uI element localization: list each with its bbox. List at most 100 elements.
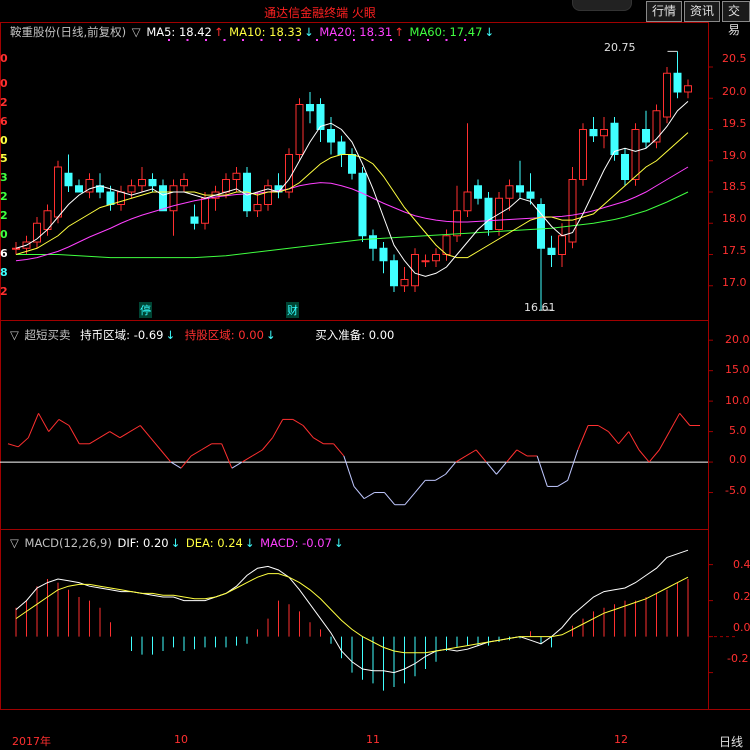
candle-body	[201, 197, 209, 224]
hold-cash-arrow-icon: ↓	[165, 328, 176, 342]
candle-body	[190, 216, 199, 224]
candle-body	[138, 179, 146, 187]
dea-arrow-icon: ↓	[244, 536, 255, 550]
price-axis-label: 20.5	[722, 52, 747, 65]
osc-line-segment	[628, 431, 640, 451]
osc-line-segment	[272, 419, 284, 438]
osc-line-segment	[7, 443, 19, 448]
osc-line-segment	[313, 437, 324, 445]
osc-line-segment	[89, 437, 100, 445]
price-axis-label: 17.0	[722, 276, 747, 289]
candle-body	[421, 260, 430, 263]
price-axis-label: 17.5	[722, 244, 747, 257]
candle-body	[505, 185, 514, 199]
candle-body	[589, 129, 598, 137]
candle-body	[547, 247, 556, 255]
osc-axis-label: 10.0	[725, 394, 750, 407]
osc-line-segment	[445, 461, 457, 475]
candle-body	[337, 141, 346, 155]
buy-ready-label: 买入准备: 0.00	[315, 328, 395, 342]
period-selector[interactable]: 日线	[712, 733, 750, 750]
candle-body	[390, 260, 398, 287]
osc-line-segment	[465, 449, 477, 457]
osc-line-segment	[119, 431, 131, 439]
panel-toggle-icon[interactable]: ▽	[132, 25, 141, 39]
osc-line-segment	[363, 492, 375, 500]
candle-body	[106, 191, 115, 205]
left-edge-label: 0	[0, 77, 8, 90]
panel-toggle-icon[interactable]: ▽	[10, 328, 19, 342]
osc-line-segment	[435, 473, 446, 481]
candle-body	[12, 247, 20, 250]
date-axis-label: 12	[614, 733, 628, 746]
menu-market-button[interactable]: 行情	[646, 1, 683, 22]
osc-line-segment	[109, 431, 121, 439]
osc-line-segment	[231, 461, 243, 469]
ma10-arrow-icon: ↓	[304, 25, 314, 39]
osc-line-segment	[638, 449, 650, 463]
macd-axis-label: -0.2	[727, 652, 749, 665]
ma60-label: MA60: 17.47	[409, 25, 483, 39]
macd-legend: ▽ MACD(12,26,9) DIF: 0.20 ↓ DEA: 0.24 ↓ MA…	[10, 536, 346, 550]
left-edge-label: 8	[0, 266, 8, 279]
macd-title: MACD(12,26,9)	[24, 536, 112, 550]
macd-arrow-icon: ↓	[333, 536, 344, 550]
candle-body	[306, 104, 314, 112]
candle-body	[474, 185, 482, 199]
osc-line-segment	[516, 449, 528, 457]
ma5-label: MA5: 18.42	[146, 25, 212, 39]
osc-line-segment	[506, 449, 518, 463]
ma20-label: MA20: 18.31	[319, 25, 393, 39]
suspension-marker[interactable]: 停	[139, 302, 152, 318]
price-axis-label: 19.0	[722, 149, 747, 162]
price-axis-label: 18.0	[722, 212, 747, 225]
osc-axis-label: 20.0	[725, 333, 750, 346]
financial-report-marker[interactable]: 财	[286, 302, 299, 318]
dea-label: DEA: 0.24	[185, 536, 243, 550]
candle-body	[222, 179, 230, 193]
candle-body	[663, 72, 671, 118]
chart-area[interactable]: 鞍重股份(日线,前复权) ▽ MA5: 18.42 ↑ MA10: 18.33 ↓ …	[0, 22, 750, 749]
date-axis-label: 11	[366, 733, 380, 746]
osc-line-segment	[648, 449, 660, 463]
osc-axis-label: 15.0	[725, 363, 750, 376]
date-axis-label: 10	[174, 733, 188, 746]
candle-body	[379, 247, 388, 262]
ma60-arrow-icon: ↓	[484, 25, 495, 39]
title-bar: 通达信金融终端 火眼 行情 资讯 交易	[0, 0, 750, 37]
app-title: 通达信金融终端 火眼	[264, 6, 376, 20]
panel-frame	[0, 320, 709, 530]
chart-canvas[interactable]	[0, 22, 750, 730]
osc-line-segment	[99, 431, 111, 439]
candle-body	[579, 129, 587, 180]
date-axis-label: 2017年	[12, 735, 51, 748]
candle-body	[600, 129, 608, 137]
macd-label: MACD: -0.07	[260, 536, 332, 550]
osc-axis-label: 0.0	[729, 453, 747, 466]
candle-body	[642, 129, 650, 143]
price-axis-label: 19.5	[722, 117, 747, 130]
panel-toggle-icon[interactable]: ▽	[10, 536, 19, 550]
osc-legend: ▽ 超短买卖 持币区域: -0.69 ↓ 持股区域: 0.00 ↓ 买入准备: 0.…	[10, 327, 396, 343]
candle-body	[127, 185, 136, 193]
osc-line-segment	[262, 437, 273, 451]
menu-trade-button[interactable]: 交易	[722, 1, 750, 37]
osc-line-segment	[343, 455, 355, 487]
left-edge-label: 3	[0, 171, 8, 184]
candle-body	[558, 235, 566, 255]
candle-body	[516, 185, 524, 193]
panel-frame	[0, 529, 709, 710]
high-price-label: 20.75	[604, 41, 636, 54]
osc-line-segment	[58, 418, 70, 426]
dif-label: DIF: 0.20	[117, 536, 169, 550]
left-edge-label: 6	[0, 247, 8, 260]
menu-news-button[interactable]: 资讯	[684, 1, 721, 22]
candle-body	[180, 179, 188, 187]
price-axis-label: 18.5	[722, 180, 747, 193]
osc-line-segment	[669, 413, 681, 432]
osc-line-segment	[190, 449, 202, 457]
candle-body	[453, 210, 461, 237]
candle-body	[631, 129, 640, 180]
left-edge-label: 2	[0, 190, 8, 203]
osc-line-segment	[679, 412, 691, 426]
